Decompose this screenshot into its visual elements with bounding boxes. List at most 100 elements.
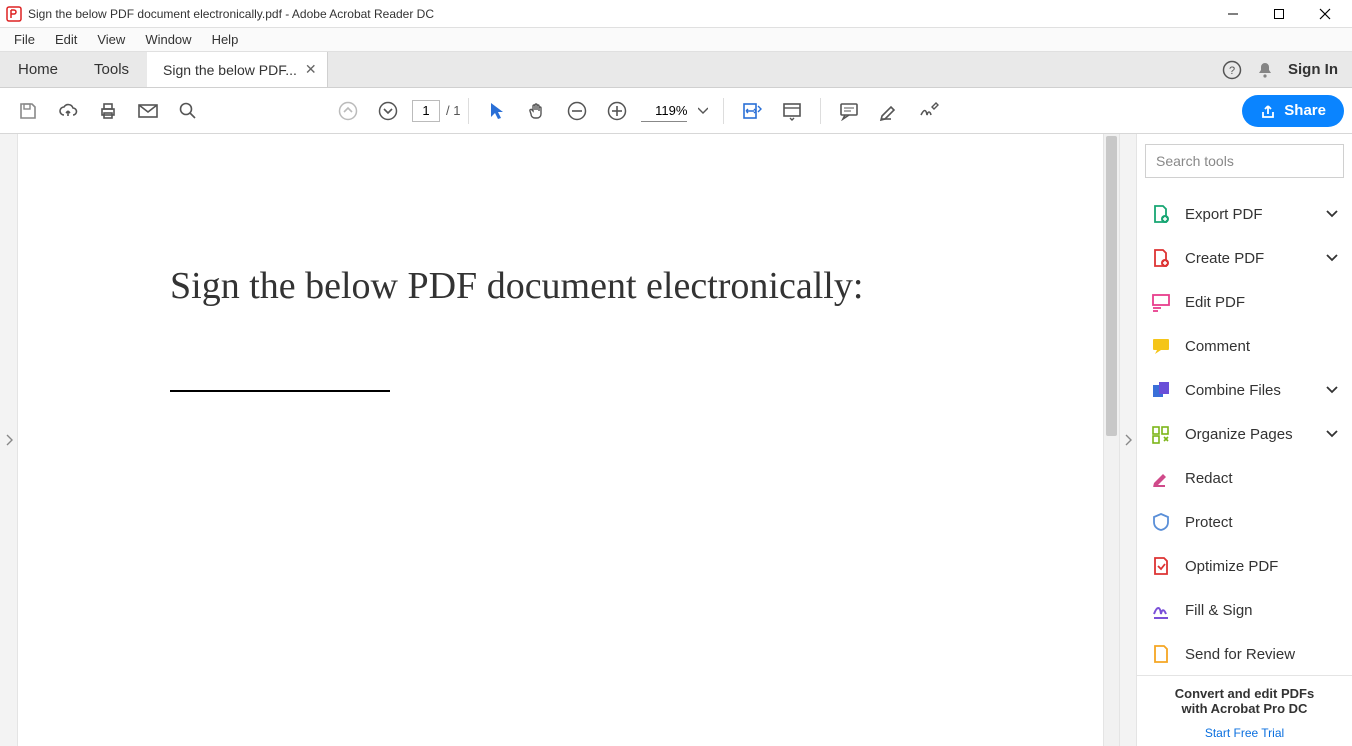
tool-fill-sign[interactable]: Fill & Sign (1137, 588, 1352, 632)
tool-create-pdf[interactable]: Create PDF (1137, 236, 1352, 280)
zoom-in-button[interactable] (600, 94, 634, 128)
left-panel-toggle[interactable] (0, 134, 18, 746)
tool-label: Optimize PDF (1185, 558, 1278, 575)
right-panel-toggle[interactable] (1119, 134, 1137, 746)
notification-icon[interactable] (1256, 61, 1274, 79)
zoom-dropdown-button[interactable] (694, 94, 712, 128)
titlebar: Sign the below PDF document electronical… (0, 0, 1352, 28)
tool-send-review[interactable]: Send for Review (1137, 632, 1352, 675)
share-button[interactable]: Share (1242, 95, 1344, 127)
signature-line (170, 390, 390, 392)
chevron-down-icon (1326, 209, 1338, 219)
combine-files-icon (1151, 380, 1171, 400)
page-total-label: / 1 (446, 103, 460, 118)
document-heading: Sign the below PDF document electronical… (170, 264, 1103, 308)
tool-label: Create PDF (1185, 250, 1264, 267)
organize-pages-icon (1151, 424, 1171, 444)
page-up-button[interactable] (331, 94, 365, 128)
tool-redact[interactable]: Redact (1137, 456, 1352, 500)
hand-tool-button[interactable] (520, 94, 554, 128)
main-toolbar: / 1 Share (0, 88, 1352, 134)
tools-list: Export PDF Create PDF Edit PDF Comment C… (1137, 188, 1352, 675)
tool-label: Send for Review (1185, 646, 1295, 663)
scrollbar-thumb[interactable] (1106, 136, 1117, 436)
close-button[interactable] (1302, 0, 1348, 28)
zoom-input[interactable] (641, 100, 687, 122)
tab-document-label: Sign the below PDF... (163, 62, 297, 78)
tab-document[interactable]: Sign the below PDF... ✕ (147, 52, 328, 87)
promo-line2: with Acrobat Pro DC (1147, 701, 1342, 716)
help-icon[interactable]: ? (1222, 60, 1242, 80)
menu-file[interactable]: File (4, 30, 45, 49)
send-review-icon (1151, 644, 1171, 664)
tab-tools[interactable]: Tools (76, 52, 147, 87)
tool-label: Export PDF (1185, 206, 1263, 223)
app-icon (6, 6, 22, 22)
tool-label: Fill & Sign (1185, 602, 1253, 619)
find-button[interactable] (171, 94, 205, 128)
export-pdf-icon (1151, 204, 1171, 224)
create-pdf-icon (1151, 248, 1171, 268)
fit-width-button[interactable] (735, 94, 769, 128)
tool-label: Organize Pages (1185, 426, 1293, 443)
promo-box: Convert and edit PDFs with Acrobat Pro D… (1137, 675, 1352, 746)
chevron-down-icon (1326, 385, 1338, 395)
zoom-out-button[interactable] (560, 94, 594, 128)
svg-text:?: ? (1229, 65, 1235, 77)
tool-organize-pages[interactable]: Organize Pages (1137, 412, 1352, 456)
tools-panel: Search tools Export PDF Create PDF Edit … (1137, 134, 1352, 746)
tool-label: Combine Files (1185, 382, 1281, 399)
top-tab-row: Home Tools Sign the below PDF... ✕ ? Sig… (0, 52, 1352, 88)
tool-comment[interactable]: Comment (1137, 324, 1352, 368)
comment-button[interactable] (832, 94, 866, 128)
page-down-button[interactable] (371, 94, 405, 128)
tool-label: Protect (1185, 514, 1233, 531)
tool-export-pdf[interactable]: Export PDF (1137, 192, 1352, 236)
email-button[interactable] (131, 94, 165, 128)
window-title: Sign the below PDF document electronical… (28, 7, 434, 21)
page-number-input[interactable] (412, 100, 440, 122)
comment-icon (1151, 336, 1171, 356)
tool-combine-files[interactable]: Combine Files (1137, 368, 1352, 412)
optimize-pdf-icon (1151, 556, 1171, 576)
menu-window[interactable]: Window (135, 30, 201, 49)
start-free-trial-link[interactable]: Start Free Trial (1147, 726, 1342, 740)
search-tools-placeholder: Search tools (1156, 153, 1234, 169)
menu-edit[interactable]: Edit (45, 30, 87, 49)
highlight-button[interactable] (872, 94, 906, 128)
redact-icon (1151, 468, 1171, 488)
chevron-down-icon (1326, 253, 1338, 263)
fill-sign-icon (1151, 600, 1171, 620)
tab-home[interactable]: Home (0, 52, 76, 87)
sign-in-button[interactable]: Sign In (1288, 61, 1338, 78)
minimize-button[interactable] (1210, 0, 1256, 28)
tool-edit-pdf[interactable]: Edit PDF (1137, 280, 1352, 324)
vertical-scrollbar[interactable] (1103, 134, 1119, 746)
main-area: Sign the below PDF document electronical… (0, 134, 1352, 746)
tool-protect[interactable]: Protect (1137, 500, 1352, 544)
sign-button[interactable] (912, 94, 946, 128)
menu-view[interactable]: View (87, 30, 135, 49)
maximize-button[interactable] (1256, 0, 1302, 28)
tool-label: Edit PDF (1185, 294, 1245, 311)
share-label: Share (1284, 102, 1326, 119)
tool-label: Redact (1185, 470, 1233, 487)
pdf-page: Sign the below PDF document electronical… (38, 134, 1103, 746)
menu-help[interactable]: Help (202, 30, 249, 49)
chevron-down-icon (1326, 429, 1338, 439)
tool-optimize-pdf[interactable]: Optimize PDF (1137, 544, 1352, 588)
save-button[interactable] (11, 94, 45, 128)
menubar: File Edit View Window Help (0, 28, 1352, 52)
share-icon (1260, 103, 1276, 119)
edit-pdf-icon (1151, 292, 1171, 312)
protect-icon (1151, 512, 1171, 532)
print-button[interactable] (91, 94, 125, 128)
page-view-button[interactable] (775, 94, 809, 128)
promo-line1: Convert and edit PDFs (1147, 686, 1342, 701)
cloud-upload-button[interactable] (51, 94, 85, 128)
document-view[interactable]: Sign the below PDF document electronical… (18, 134, 1103, 746)
tab-close-icon[interactable]: ✕ (305, 61, 317, 78)
tool-label: Comment (1185, 338, 1250, 355)
search-tools-input[interactable]: Search tools (1145, 144, 1344, 178)
selection-tool-button[interactable] (480, 94, 514, 128)
